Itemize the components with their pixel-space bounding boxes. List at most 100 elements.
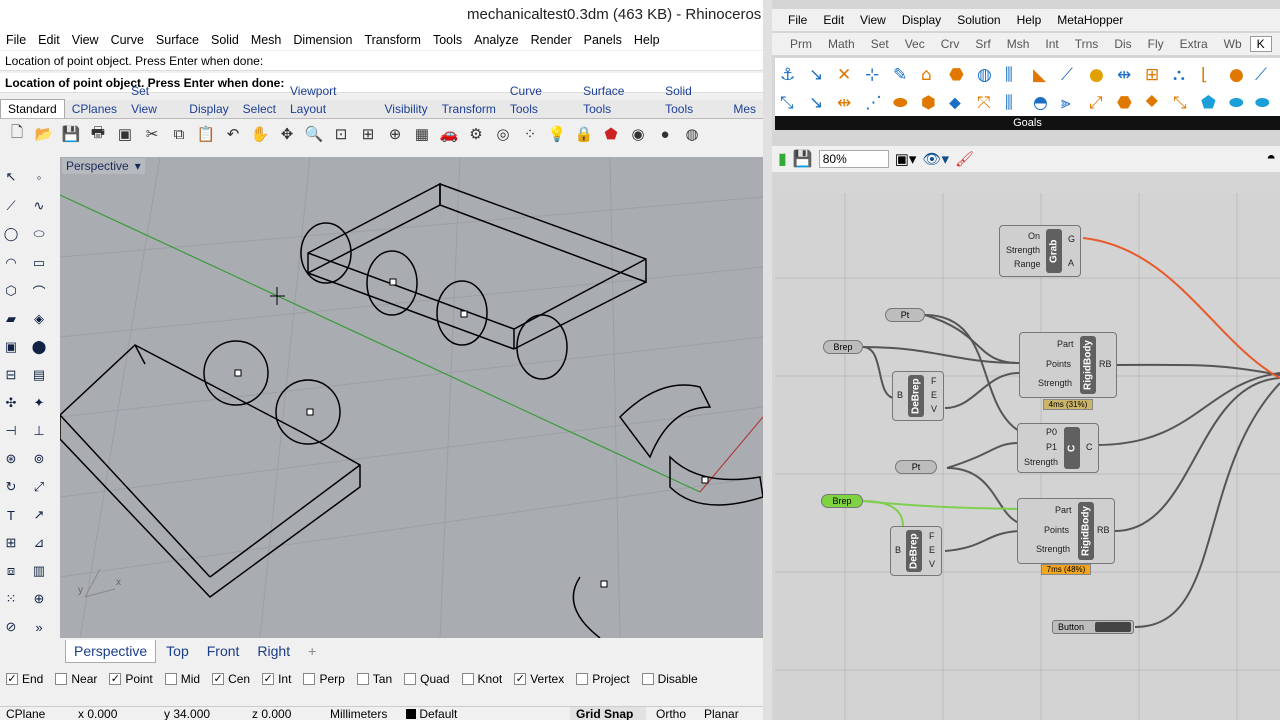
osnap-checkbox[interactable]: ✓ [212,673,225,685]
osnap-checkbox[interactable] [641,673,654,685]
gh-menu-help[interactable]: Help [1009,13,1050,27]
render-icon[interactable]: ◍ [680,122,704,146]
dropdown-arrow-icon[interactable]: ▾ [135,158,141,174]
tab-front[interactable]: Front [199,640,248,662]
gh-tab-vec[interactable]: Vec [897,37,933,51]
gh-tab-prm[interactable]: Prm [782,37,820,51]
osnap-int[interactable]: ✓ Int [262,672,291,686]
c-in-strength[interactable]: Strength [1024,457,1058,467]
osnap-checkbox[interactable] [404,673,417,685]
sphere-icon[interactable]: ⬤ [28,336,50,358]
osnap-checkbox[interactable] [461,673,474,685]
gh-tab-extra[interactable]: Extra [1172,37,1216,51]
zoom-icon[interactable]: 🔍 [302,122,326,146]
polygon-icon[interactable]: ⬡ [0,280,22,302]
osnap-quad[interactable]: Quad [404,672,450,686]
gh-menu-display[interactable]: Display [894,13,949,27]
copy-icon[interactable]: ⧉ [167,122,191,146]
menu-dimension[interactable]: Dimension [287,33,358,47]
rectangle-icon[interactable]: ▭ [28,252,50,274]
rotate-icon[interactable]: ↻ [0,476,22,498]
car-icon[interactable]: 🚗 [437,122,461,146]
splitter[interactable] [763,0,772,720]
new-file-icon[interactable]: 🗋 [5,122,29,146]
pan-hand-icon[interactable]: ✋ [248,122,272,146]
c-in-p1[interactable]: P1 [1046,442,1057,452]
lock-icon[interactable]: 🔒 [572,122,596,146]
osnap-disable[interactable]: Disable [641,672,698,686]
box-icon[interactable]: ▣ [0,336,22,358]
rb1-out-rb[interactable]: RB [1099,359,1112,369]
menu-mesh[interactable]: Mesh [245,33,288,47]
menu-analyze[interactable]: Analyze [468,33,524,47]
grab-in-strength[interactable]: Strength [1006,245,1040,255]
debrep1-out-f[interactable]: F [931,376,937,386]
gh-tab-int[interactable]: Int [1037,37,1066,51]
cylinder-icon[interactable]: ⊟ [0,364,22,386]
osnap-checkbox[interactable]: ✓ [262,673,275,685]
gh-tab-fly[interactable]: Fly [1140,37,1172,51]
grab-component[interactable]: On Strength Range Grab G A [999,225,1081,277]
osnap-near[interactable]: Near [55,672,97,686]
tab-cplanes[interactable]: CPlanes [65,100,124,118]
tab-top[interactable]: Top [158,640,197,662]
menu-edit[interactable]: Edit [32,33,66,47]
open-file-icon[interactable]: ▮ [778,149,787,169]
save-file-icon[interactable]: 💾 [793,149,813,169]
gh-menu-view[interactable]: View [852,13,894,27]
grab-out-a[interactable]: A [1068,258,1074,268]
cplane-icon[interactable]: ◎ [491,122,515,146]
osnap-checkbox[interactable] [576,673,589,685]
grid-icon[interactable]: ▦ [410,122,434,146]
brep-param-2[interactable]: Brep [821,494,863,508]
ungroup-icon[interactable]: ⊚ [28,448,50,470]
circle-icon[interactable]: ◯ [0,223,22,245]
paintbrush-icon[interactable]: 🖌 [955,150,974,168]
planar-toggle[interactable]: Planar [696,707,756,720]
menu-panels[interactable]: Panels [578,33,628,47]
save-icon[interactable]: 💾 [59,122,83,146]
rb2-in-points[interactable]: Points [1044,525,1069,535]
zoom-selected-icon[interactable]: ⊕ [383,122,407,146]
debrep2-in-b[interactable]: B [895,545,901,555]
menu-view[interactable]: View [66,33,105,47]
gh-menu-metahopper[interactable]: MetaHopper [1049,13,1131,27]
debrep1-in-b[interactable]: B [897,390,903,400]
rb1-in-part[interactable]: Part [1057,339,1074,349]
preview-mode-icon[interactable]: ▣▾ [895,150,917,168]
menu-file[interactable]: File [0,33,32,47]
gh-tab-srf[interactable]: Srf [967,37,998,51]
brep-param-1[interactable]: Brep [823,340,863,354]
gh-tab-crv[interactable]: Crv [933,37,968,51]
osnap-project[interactable]: Project [576,672,630,686]
osnap-checkbox[interactable] [164,673,177,685]
scale-icon[interactable]: ⤢ [28,476,50,498]
sphere-preview-icon[interactable]: ◓ [1266,150,1276,168]
gh-tab-msh[interactable]: Msh [999,37,1038,51]
zoom-window-icon[interactable]: ⊡ [329,122,353,146]
gear-icon[interactable]: ⚙ [464,122,488,146]
text-icon[interactable]: T [0,504,22,526]
rigidbody-component-2[interactable]: Part Points Strength RigidBody RB [1017,498,1115,564]
mesh-icon[interactable]: ▤ [28,364,50,386]
zoom-dropdown[interactable]: 80% [818,150,889,168]
tab-surface-tools[interactable]: Surface Tools [576,82,658,118]
gh-canvas[interactable]: On Strength Range Grab GA Pt Brep Pt Brep … [775,193,1280,720]
block-icon[interactable]: ⧈ [0,560,22,582]
osnap-checkbox[interactable] [303,673,316,685]
gh-tab-math[interactable]: Math [820,37,863,51]
grab-in-range[interactable]: Range [1014,259,1041,269]
osnap-tan[interactable]: Tan [356,672,392,686]
array-icon[interactable]: ⊞ [0,532,22,554]
osnap-mid[interactable]: Mid [164,672,200,686]
osnap-checkbox[interactable]: ✓ [6,673,18,685]
tab-mesh[interactable]: Mes [726,100,763,118]
grid-points-icon[interactable]: ⁙ [0,588,22,610]
points-icon[interactable]: ⁘ [518,122,542,146]
gh-tab-kangaroo[interactable]: K [1249,36,1272,52]
gh-menu-solution[interactable]: Solution [949,13,1008,27]
osnap-checkbox[interactable] [55,673,68,685]
light-icon[interactable]: 💡 [545,122,569,146]
tab-viewport-layout[interactable]: Viewport Layout [283,82,378,118]
expand-icon[interactable]: » [28,616,50,638]
